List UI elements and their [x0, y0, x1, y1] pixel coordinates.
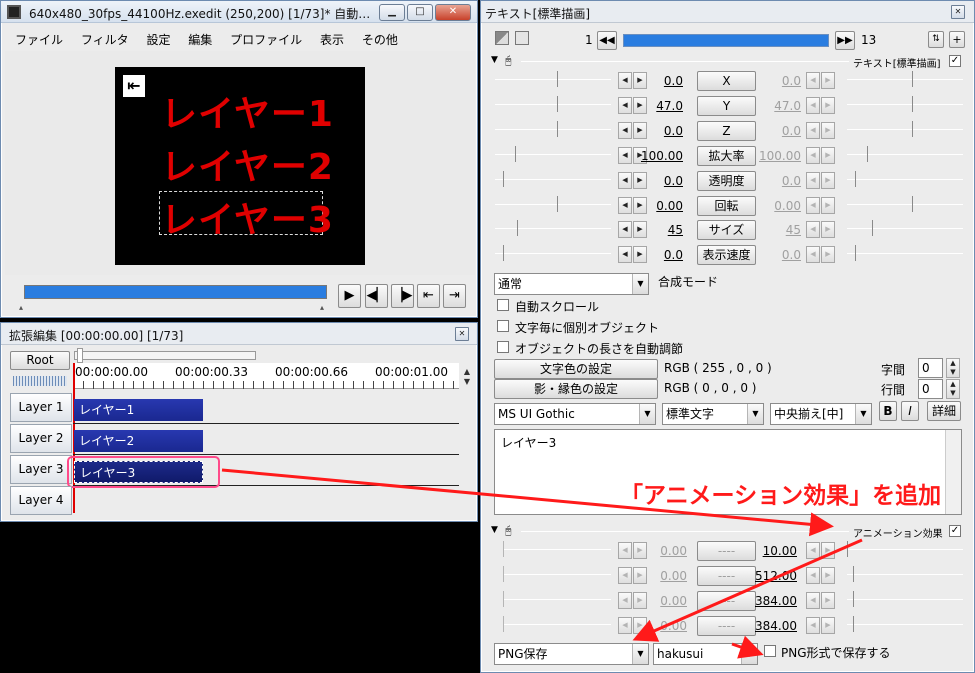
arrow-to-anim-name — [731, 635, 764, 659]
annotation-text: 「アニメーション効果」を追加 — [620, 483, 942, 509]
arrow-to-anim-type — [632, 538, 863, 642]
annotation-arrows — [221, 468, 863, 659]
